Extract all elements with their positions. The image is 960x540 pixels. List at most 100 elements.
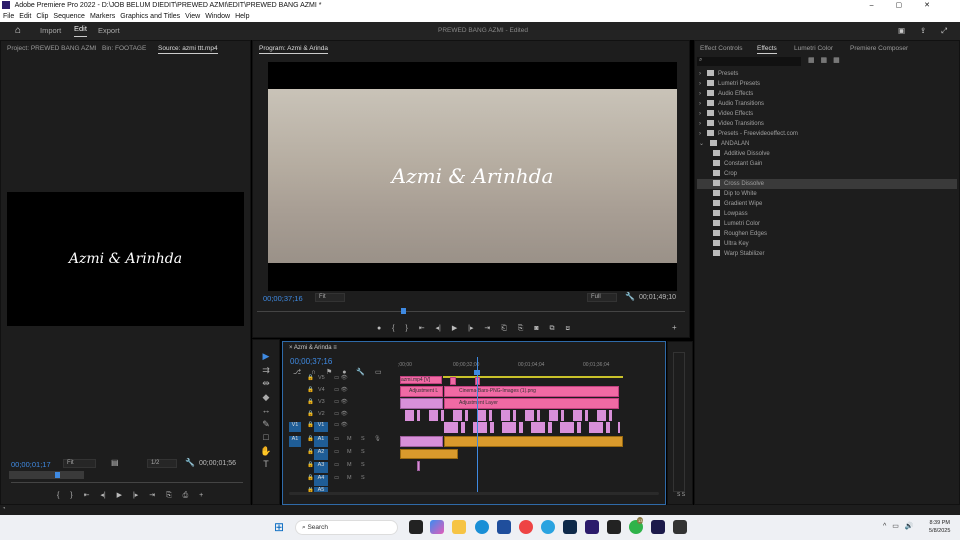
system-tray-icons[interactable]: ^ ▭ 🔊 — [883, 522, 914, 530]
effect-item[interactable]: Cross Dissolve — [697, 179, 957, 189]
clip-a2-audio[interactable] — [400, 449, 458, 459]
source-timecode[interactable]: 00;00;01;17 — [11, 460, 51, 469]
effects-folder[interactable]: › Lumetri Presets — [697, 79, 957, 89]
export-frame-icon[interactable]: ▤ — [111, 458, 119, 467]
expand-chevron-icon[interactable]: › — [699, 81, 701, 87]
add-button-icon[interactable]: + — [672, 323, 677, 332]
program-settings-icon[interactable]: 🔧 — [625, 292, 635, 301]
effects-folder[interactable]: › Presets - Freevideoeffect.com — [697, 129, 957, 139]
menu-help[interactable]: Help — [235, 13, 249, 20]
effect-filter-icons[interactable]: ▦ ▦ ▦ — [808, 56, 840, 64]
clip-adjustment-layer[interactable]: Adjustment Layer — [444, 398, 619, 409]
taskbar-search[interactable]: ⌕ Search — [295, 520, 398, 535]
workspaces-icon[interactable]: ▣ — [898, 22, 905, 40]
program-playhead[interactable] — [401, 308, 406, 314]
timeline-playhead[interactable] — [477, 357, 478, 494]
expand-chevron-icon[interactable]: › — [699, 91, 701, 97]
effect-item[interactable]: Constant Gain — [697, 159, 957, 169]
menu-view[interactable]: View — [185, 13, 200, 20]
effects-folder[interactable]: › Presets — [697, 69, 957, 79]
expand-chevron-icon[interactable]: › — [699, 111, 701, 117]
timeline-tab[interactable]: × Azmi & Arinda ≡ — [289, 345, 337, 351]
program-timecode[interactable]: 00;00;37;16 — [263, 294, 303, 303]
clip-v3[interactable] — [400, 398, 443, 409]
track-header-v3[interactable]: 🔒 V3 ▭ 👁 — [289, 399, 399, 411]
tab-source[interactable]: Source: azmi ttt.mp4 — [158, 45, 218, 54]
expand-chevron-icon[interactable]: › — [699, 101, 701, 107]
windows-start-icon[interactable]: ⊞ — [274, 520, 284, 534]
menu-markers[interactable]: Markers — [90, 13, 115, 20]
expand-chevron-icon[interactable]: › — [699, 131, 701, 137]
clip[interactable] — [450, 377, 456, 385]
after-effects-icon[interactable] — [651, 520, 665, 534]
clips-v2[interactable] — [405, 410, 620, 421]
timeline-horizontal-scrollbar[interactable] — [289, 492, 659, 495]
whatsapp-icon[interactable]: 13 — [629, 517, 644, 534]
clip-v5[interactable]: azmi.mp4 [V] — [400, 376, 442, 384]
playhead-handle[interactable] — [474, 370, 480, 375]
expand-chevron-icon[interactable]: ⌄ — [699, 141, 704, 147]
clip-adjustment-v4[interactable]: Adjustment L — [400, 386, 443, 397]
track-header-v4[interactable]: 🔒 V4 ▭ 👁 — [289, 387, 399, 399]
effects-folder[interactable]: › Audio Effects — [697, 89, 957, 99]
tab-effects[interactable]: Effects — [757, 45, 777, 54]
settings-wrench-icon[interactable]: 🔧 — [185, 458, 195, 467]
effects-search-input[interactable]: ⌕ — [697, 57, 801, 66]
program-transport-controls[interactable]: ● { } ⇤ ◂| ▶ |▸ ⇥ ⎗ ⎘ ◙ ⧉ ⧈ — [377, 324, 677, 333]
premiere-pro-icon[interactable] — [585, 520, 599, 534]
clips-v1[interactable] — [444, 422, 620, 433]
menu-sequence[interactable]: Sequence — [53, 13, 85, 20]
copilot-icon[interactable] — [430, 520, 444, 534]
export-tab[interactable]: Export — [98, 22, 120, 40]
effect-item[interactable]: Crop — [697, 169, 957, 179]
menu-file[interactable]: File — [3, 13, 14, 20]
source-playhead[interactable] — [55, 472, 60, 478]
expand-chevron-icon[interactable]: › — [699, 121, 701, 127]
track-header-v1[interactable]: V1 🔒 V1 ▭ 👁 — [289, 422, 399, 434]
clip-a3[interactable] — [417, 461, 420, 471]
effect-item[interactable]: Additive Dissolve — [697, 149, 957, 159]
tab-premiere-composer[interactable]: Premiere Composer — [850, 45, 908, 52]
program-zoom-select[interactable]: Fit — [315, 293, 345, 302]
edge-icon[interactable] — [475, 520, 489, 534]
clip-a1-pink[interactable] — [400, 436, 443, 447]
lightroom-icon[interactable] — [563, 520, 577, 534]
clip-cinema-bars[interactable]: Cinema-Bars-PNG-Images (1).png — [444, 386, 619, 397]
clip-a1-audio[interactable] — [444, 436, 623, 447]
timeline-timecode[interactable]: 00;00;37;16 — [290, 357, 332, 366]
effect-item[interactable]: Gradient Wipe — [697, 199, 957, 209]
source-scrollbar[interactable] — [11, 482, 243, 483]
track-header-a3[interactable]: 🔒 A3 ▭ M S — [289, 462, 399, 474]
menu-window[interactable]: Window — [205, 13, 230, 20]
track-header-a1[interactable]: A1 🔒 A1 ▭ M S 🎙 — [289, 436, 399, 448]
tab-bin[interactable]: Bin: FOOTAGE — [102, 45, 146, 52]
fullscreen-icon[interactable]: ⤢ — [941, 22, 947, 40]
window-controls[interactable]: –▢✕ — [870, 0, 952, 11]
track-header-v5[interactable]: 🔒 V5 ▭ 👁 — [289, 375, 399, 387]
program-resolution-select[interactable]: Full — [587, 293, 617, 302]
home-icon[interactable]: ⌂ — [15, 22, 21, 40]
chrome-icon[interactable] — [519, 520, 533, 534]
source-zoom-select[interactable]: Fit — [63, 459, 96, 468]
program-ruler[interactable] — [257, 311, 685, 312]
menu-clip[interactable]: Clip — [36, 13, 48, 20]
tab-program[interactable]: Program: Azmi & Arinda — [259, 45, 328, 54]
effects-folder[interactable]: › Video Effects — [697, 109, 957, 119]
source-resolution-select[interactable]: 1/2 — [147, 459, 177, 468]
effect-item[interactable]: Dip to White — [697, 189, 957, 199]
expand-chevron-icon[interactable]: › — [699, 71, 701, 77]
effect-item[interactable]: Roughen Edges — [697, 229, 957, 239]
effects-folder[interactable]: › Video Transitions — [697, 119, 957, 129]
store-icon[interactable] — [497, 520, 511, 534]
import-tab[interactable]: Import — [40, 22, 61, 40]
effect-item[interactable]: Lowpass — [697, 209, 957, 219]
track-header-a4[interactable]: 🔒 A4 ▭ M S — [289, 475, 399, 487]
sticky-notes-icon[interactable] — [673, 520, 687, 534]
telegram-icon[interactable] — [541, 520, 555, 534]
track-header-a2[interactable]: 🔒 A2 ▭ M S — [289, 449, 399, 461]
tab-project[interactable]: Project: PREWED BANG AZMI — [7, 45, 97, 52]
source-transport-controls[interactable]: { } ⇤ ◂| ▶ |▸ ⇥ ⎘ ⎙ + — [57, 491, 247, 500]
tab-lumetri-color[interactable]: Lumetri Color — [794, 45, 833, 52]
effect-item[interactable]: Ultra Key — [697, 239, 957, 249]
effect-item[interactable]: Lumetri Color — [697, 219, 957, 229]
